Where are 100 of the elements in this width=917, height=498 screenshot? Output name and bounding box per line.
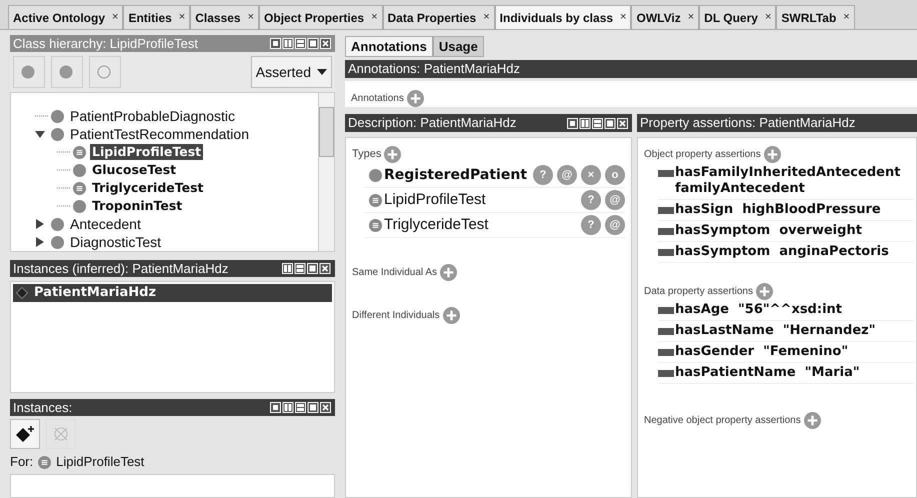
tab-close-button[interactable]: × (371, 9, 378, 26)
property-assertion[interactable]: hasFamilyInheritedAntecedent familyAntecedent (675, 165, 914, 197)
add-icon[interactable] (442, 307, 460, 324)
expanded-arrow-icon[interactable] (35, 129, 45, 139)
tab-close-button[interactable]: × (483, 9, 490, 26)
toolbar-button[interactable] (89, 56, 121, 88)
tab-label: Individuals by class (500, 10, 614, 26)
section-label: Negative object property assertions (644, 414, 801, 428)
type-label: LipidProfileTest (384, 190, 486, 210)
tab[interactable]: Entities × (123, 5, 190, 29)
tree-item[interactable]: PatientTestRecommendation (68, 126, 251, 142)
tree-connector-icon (35, 115, 49, 117)
tab-close-button[interactable]: × (112, 9, 118, 26)
property-assertion[interactable]: hasSign highBloodPressure (675, 202, 881, 218)
for-label: For: (10, 453, 34, 472)
tab-close-button[interactable]: × (178, 9, 186, 26)
dropdown-caret-icon (317, 69, 327, 75)
panel-title: Instances (inferred): PatientMariaHdz (13, 260, 228, 278)
defined-class-icon (38, 456, 52, 468)
tab-label: Active Ontology (13, 10, 106, 26)
panel-title: Description: PatientMariaHdz (348, 114, 516, 132)
tab[interactable]: Data Properties × (382, 5, 495, 29)
tab-label: Classes (195, 10, 241, 26)
toolbar-button[interactable] (13, 56, 45, 88)
section-label: Different Individuals (352, 309, 440, 323)
add-icon[interactable] (406, 90, 424, 107)
tab-label: SWRLTab (781, 10, 836, 26)
tab-label: Entities (128, 10, 172, 26)
type-label: RegisteredPatient (384, 166, 528, 184)
panel-title: Annotations: PatientMariaHdz (348, 60, 520, 78)
mode-dropdown[interactable]: Asserted (250, 56, 332, 88)
property-icon (658, 349, 674, 356)
tree-connector-icon (57, 151, 71, 153)
tab[interactable]: DL Query × (699, 5, 776, 29)
collapsed-arrow-icon[interactable] (35, 237, 45, 247)
section-label: Types (352, 147, 382, 162)
tab-label: DL Query (704, 10, 758, 26)
property-assertion[interactable]: hasAge "56"^^xsd:int (675, 302, 842, 318)
view-controls-icon[interactable] (270, 402, 332, 413)
tree-item[interactable]: DiagnosticTest (68, 234, 164, 250)
tree-item[interactable]: TroponinTest (90, 198, 184, 214)
tab-close-button[interactable]: × (764, 9, 772, 26)
section-label: Object property assertions (644, 148, 761, 162)
tree-item[interactable]: LipidProfileTest (90, 144, 204, 160)
toolbar-button[interactable] (51, 56, 83, 88)
tab[interactable]: OWLViz × (631, 5, 700, 29)
view-controls-icon[interactable] (566, 118, 629, 128)
property-icon (658, 170, 674, 177)
property-icon (658, 228, 674, 235)
property-assertion[interactable]: hasPatientName "Maria" (675, 365, 860, 381)
tab-label: OWLViz (636, 10, 681, 26)
scrollbar[interactable] (318, 93, 334, 251)
add-icon[interactable] (804, 412, 821, 429)
tree-connector-icon (57, 205, 71, 207)
view-controls-icon[interactable] (282, 263, 332, 274)
view-controls-icon[interactable] (270, 38, 332, 49)
type-label: TriglycerideTest (384, 214, 488, 235)
tab-close-button[interactable]: × (843, 9, 850, 26)
property-icon (658, 207, 674, 214)
add-icon[interactable] (764, 146, 781, 163)
property-assertion[interactable]: hasGender "Femenino" (675, 344, 848, 360)
add-icon[interactable] (756, 283, 773, 300)
add-icon[interactable] (384, 146, 402, 163)
collapsed-arrow-icon[interactable] (35, 219, 45, 229)
tab[interactable]: Individuals by class × (494, 5, 632, 29)
individual-icon (16, 287, 28, 299)
property-assertion[interactable]: hasSymptom overweight (675, 223, 862, 239)
panel-title: Class hierarchy: LipidProfileTest (13, 34, 198, 53)
tab-close-button[interactable]: × (248, 9, 254, 26)
tab[interactable]: Object Properties × (259, 5, 383, 29)
tree-item[interactable]: GlucoseTest (90, 162, 178, 178)
panel-title: Property assertions: PatientMariaHdz (640, 114, 856, 132)
add-icon[interactable] (440, 264, 458, 281)
tab[interactable]: SWRLTab × (776, 5, 855, 29)
tree-item[interactable]: Antecedent (68, 216, 143, 232)
tab[interactable]: Classes × (190, 5, 260, 29)
tab[interactable]: Annotations (345, 36, 433, 57)
property-icon (658, 307, 674, 314)
tab-label: Object Properties (264, 10, 364, 26)
add-individual-button[interactable] (10, 419, 40, 449)
section-label: Same Individual As (352, 266, 438, 280)
delete-icon (52, 425, 70, 443)
tab[interactable]: Usage (432, 36, 484, 57)
tab-label: Data Properties (388, 10, 476, 26)
section-label: Data property assertions (644, 285, 753, 299)
property-icon (658, 370, 674, 377)
tab[interactable]: Active Ontology × (8, 5, 124, 29)
tree-item[interactable]: PatientProbableDiagnostic (68, 108, 237, 124)
property-assertion[interactable]: hasLastName "Hernandez" (675, 323, 876, 339)
diamond-plus-icon (15, 425, 35, 443)
instance-item[interactable]: PatientMariaHdz (13, 284, 332, 302)
property-assertion[interactable]: hasSymptom anginaPectoris (675, 244, 889, 260)
tree-connector-icon (57, 169, 71, 171)
tab-close-button[interactable]: × (620, 9, 626, 26)
tree-item[interactable]: TriglycerideTest (90, 180, 206, 196)
section-label: Annotations (351, 92, 404, 106)
tree-connector-icon (57, 187, 71, 189)
tab-close-button[interactable]: × (688, 9, 694, 26)
property-icon (658, 249, 674, 256)
delete-individual-button[interactable] (46, 419, 76, 449)
